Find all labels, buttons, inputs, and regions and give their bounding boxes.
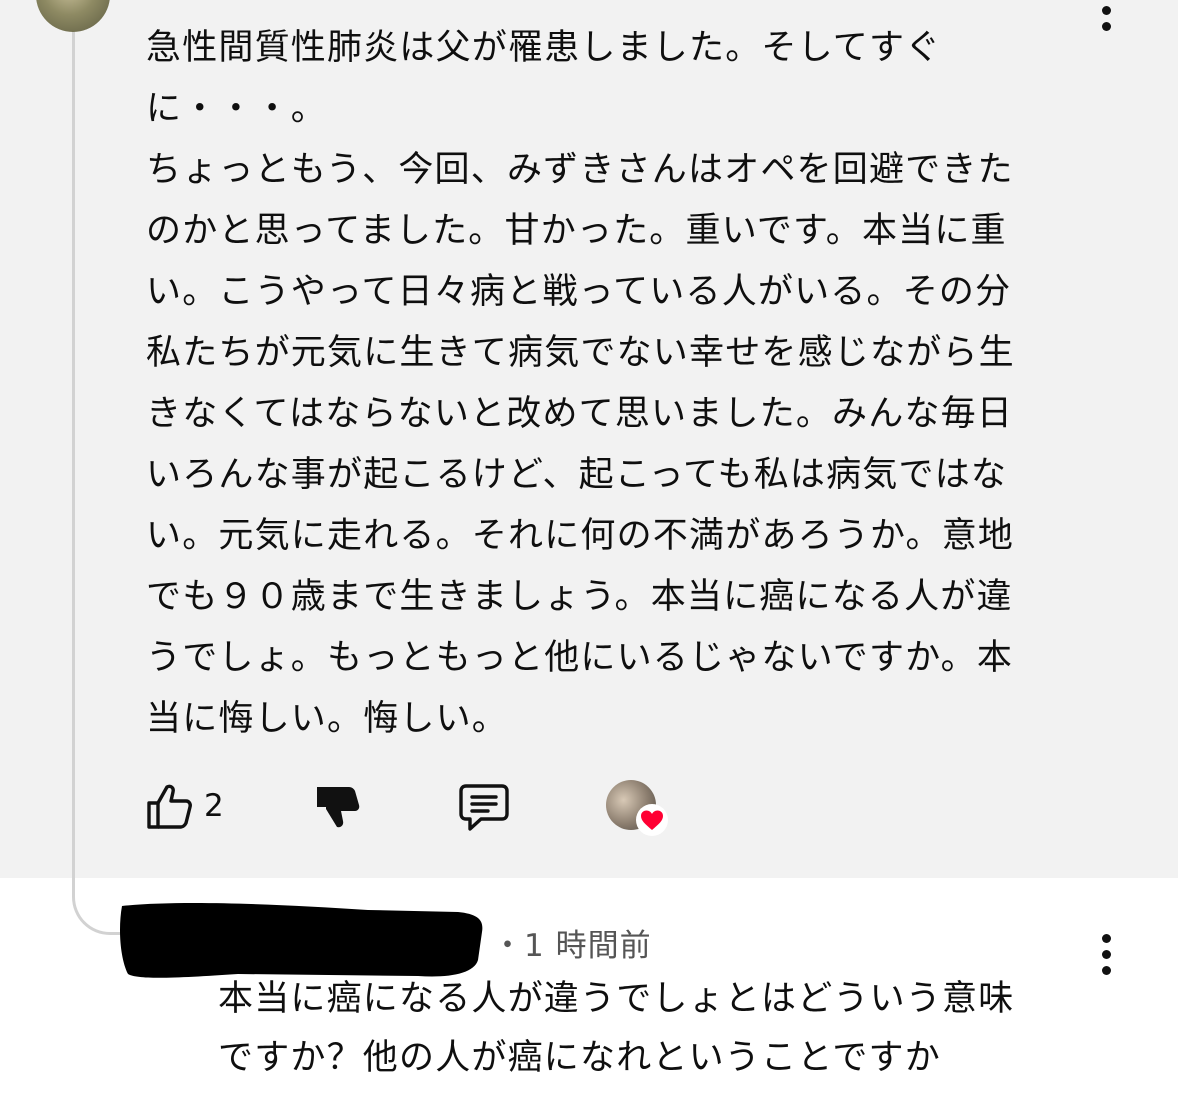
like-count: 2 xyxy=(204,788,224,824)
reply-timestamp: ・1 時間前 xyxy=(492,928,652,964)
thread-line xyxy=(72,30,75,880)
dislike-button[interactable] xyxy=(314,782,362,830)
comment-text: 急性間質性肺炎は父が罹患しました。そしてすぐ に・・・。 ちょっともう、今回、み… xyxy=(146,28,1015,739)
commenter-avatar[interactable] xyxy=(36,0,110,32)
thumbs-up-icon xyxy=(147,784,192,829)
comment-actions: 2 xyxy=(146,780,706,836)
comment-icon xyxy=(459,784,509,831)
parent-comment: 急性間質性肺炎は父が罹患しました。そしてすぐ に・・・。 ちょっともう、今回、み… xyxy=(0,0,1178,880)
thumbs-down-icon xyxy=(317,787,360,828)
more-vert-icon[interactable] xyxy=(1100,934,1112,975)
like-button[interactable]: 2 xyxy=(146,782,224,830)
commenter-username-cut-off xyxy=(146,0,566,4)
reply-text: 本当に癌になる人が違うでしょとはどういう意味 ですか？他の人が癌になれということ… xyxy=(218,979,1015,1078)
creator-heart-badge xyxy=(606,780,672,838)
reply-button[interactable] xyxy=(458,782,510,832)
heart-icon xyxy=(636,804,668,836)
